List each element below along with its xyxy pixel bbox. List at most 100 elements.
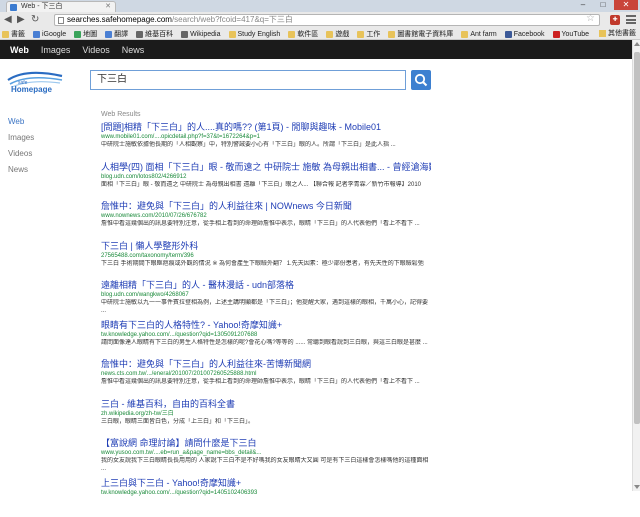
bookmark-item[interactable]: 翻譯	[105, 29, 128, 39]
scroll-up-icon[interactable]	[634, 42, 640, 46]
sidebar-item-videos[interactable]: Videos	[8, 146, 34, 162]
star-icon[interactable]: ☆	[586, 14, 595, 24]
bookmark-icon	[136, 31, 143, 38]
bookmark-label: 維基百科	[145, 29, 173, 39]
tab-title: Web - 下三白	[21, 3, 63, 10]
scroll-down-icon[interactable]	[634, 485, 640, 489]
result-title-link[interactable]: 上三白與下三白 - Yahoo!奇摩知識+	[101, 478, 431, 489]
result-item: 詹惟中：避免與「下三白」的人利益往來 | NOWnews 今日新聞www.now…	[101, 201, 431, 241]
result-url: 27565488.com/taxonomy/term/396	[101, 252, 431, 260]
address-bar[interactable]: searches.safehomepage.com/search/web?fco…	[54, 14, 600, 26]
result-title-link[interactable]: 眼睛有下三白的人格特性? - Yahoo!奇摩知識+	[101, 320, 431, 331]
extension-icon[interactable]: ✚	[610, 15, 620, 25]
result-title-link[interactable]: 詹惟中：避免與「下三白」的人利益往來 | NOWnews 今日新聞	[101, 201, 431, 212]
result-item: 眼睛有下三白的人格特性? - Yahoo!奇摩知識+tw.knowledge.y…	[101, 320, 431, 360]
result-url: tw.knowledge.yahoo.com/.../question?qid=…	[101, 331, 431, 339]
forward-icon[interactable]: ▶	[17, 14, 25, 26]
reload-icon[interactable]: ↻	[31, 14, 39, 26]
topnav-news[interactable]: News	[122, 45, 145, 55]
result-title-link[interactable]: 【富說網 命理討論】請問什麼是下三白	[101, 438, 431, 449]
result-title-link[interactable]: 下三白 | 懶人學整形外科	[101, 241, 431, 252]
bookmark-label: Facebook	[514, 31, 545, 38]
sidebar-item-web[interactable]: Web	[8, 114, 34, 130]
bookmark-icon	[229, 31, 236, 38]
bookmark-label: 軟件區	[297, 29, 318, 39]
topnav-web[interactable]: Web	[10, 45, 29, 55]
other-bookmarks[interactable]: 其他書籤	[599, 28, 636, 38]
bookmark-icon	[288, 31, 295, 38]
bookmark-item[interactable]: 工作	[357, 29, 380, 39]
bookmark-item[interactable]: 維基百科	[136, 29, 173, 39]
bookmark-label: YouTube	[562, 31, 590, 38]
bookmark-item[interactable]: iGoogle	[33, 31, 66, 38]
maximize-icon[interactable]: □	[594, 0, 612, 10]
tab-bar: Web - 下三白 ✕ – □ ✕	[0, 0, 640, 12]
result-snippet: 我的女友說我下三白眼睛長長用用的 人家說下三白不是不好嗎我的女友眼睛大又圓 可是…	[101, 457, 431, 473]
search-input[interactable]: 下三白	[90, 70, 406, 90]
result-snippet: 詹惟中看這幾個出的訊息要特別注意，從手相上看到的命理師詹惟中表示，眼睛「下三白」…	[101, 220, 431, 228]
page-icon	[58, 17, 64, 24]
result-item: [問題]相精「下三白」的人....真的嗎?? (第1頁) - 閒聊與趣味 - M…	[101, 122, 431, 162]
bookmark-item[interactable]: 圖書館電子資料庫	[388, 29, 453, 39]
window-controls: – □ ✕	[574, 0, 638, 10]
result-title-link[interactable]: 遠離相精「下三白」的人 - 醫林漫話 - udn部落格	[101, 280, 431, 291]
bookmark-label: Study English	[238, 31, 281, 38]
result-item: 三白 - 維基百科，自由的百科全書zh.wikipedia.org/zh-tw/…	[101, 399, 431, 439]
tab-close-icon[interactable]: ✕	[105, 2, 111, 12]
bookmark-icon	[105, 31, 112, 38]
window-close-icon[interactable]: ✕	[614, 0, 638, 10]
scrollbar-thumb[interactable]	[634, 52, 640, 424]
result-title-link[interactable]: 人相學(四) 面相「下三白」眼 - 敬而遠之 中研院士 施敏 為母親出相書...…	[101, 162, 431, 173]
result-item: 上三白與下三白 - Yahoo!奇摩知識+tw.knowledge.yahoo.…	[101, 478, 431, 517]
nav-row: ◀ ▶ ↻ searches.safehomepage.com/search/w…	[0, 13, 640, 28]
bookmark-icon	[326, 31, 333, 38]
result-snippet: 中研院士施敏依據他長期的「人相觀察」中，特別警誡要小心有「下三白」眼的人。所謂「…	[101, 141, 431, 149]
scrollbar[interactable]	[632, 40, 640, 491]
sidebar: WebImagesVideosNews	[8, 114, 34, 178]
bookmarks-bar: 書籤 iGoogle 地圖翻譯 維基百科 Wikipedia Study English 軟…	[0, 28, 640, 40]
other-bookmarks-label: 其他書籤	[608, 28, 636, 38]
minimize-icon[interactable]: –	[574, 0, 592, 10]
result-item: 遠離相精「下三白」的人 - 醫林漫話 - udn部落格blog.udn.com/…	[101, 280, 431, 320]
back-icon[interactable]: ◀	[4, 14, 12, 26]
bookmark-item[interactable]: Facebook	[505, 31, 545, 38]
result-url: www.yusoo.com.tw/....eb=run_a&page_name=…	[101, 449, 431, 457]
result-title-link[interactable]: [問題]相精「下三白」的人....真的嗎?? (第1頁) - 閒聊與趣味 - M…	[101, 122, 431, 133]
tab-favicon-icon	[10, 4, 17, 11]
result-url: blog.udn.com/lotos802/4266912	[101, 173, 431, 181]
bookmark-item[interactable]: 遊戲	[326, 29, 349, 39]
result-url: tw.knowledge.yahoo.com/.../question?qid=…	[101, 489, 431, 497]
bookmark-item[interactable]: 書籤	[2, 29, 25, 39]
topnav-videos[interactable]: Videos	[82, 45, 109, 55]
safehomepage-logo[interactable]: Homepage safe	[6, 66, 64, 96]
sidebar-item-news[interactable]: News	[8, 162, 34, 178]
result-url: www.mobile01.com/....opicdetail.php?f=37…	[101, 133, 431, 141]
bookmark-item[interactable]: Study English	[229, 31, 281, 38]
logo-text-h: Homepage	[11, 85, 52, 94]
sidebar-item-images[interactable]: Images	[8, 130, 34, 146]
browser-tab[interactable]: Web - 下三白 ✕	[6, 1, 116, 12]
result-item: 下三白 | 懶人學整形外科27565488.com/taxonomy/term/…	[101, 241, 431, 281]
bookmark-item[interactable]: Ant farm	[461, 31, 496, 38]
bookmark-item[interactable]: Wikipedia	[181, 31, 220, 38]
bookmark-icon	[2, 31, 9, 38]
bookmark-icon	[553, 31, 560, 38]
result-title-link[interactable]: 詹惟中：避免與「下三白」的人利益往來-苦博新聞網	[101, 359, 431, 370]
search-button[interactable]	[411, 70, 431, 90]
bookmark-icon	[505, 31, 512, 38]
result-url: zh.wikipedia.org/zh-tw/三白	[101, 410, 431, 418]
site-topnav: Web Images Videos News	[0, 40, 632, 59]
bookmark-icon	[74, 31, 81, 38]
bookmark-item[interactable]: YouTube	[553, 31, 590, 38]
results-list: [問題]相精「下三白」的人....真的嗎?? (第1頁) - 閒聊與趣味 - M…	[101, 122, 431, 517]
result-snippet: 詹惟中看這幾個出的訊息要特別注意，從手相上看到的命理師詹惟中表示，眼睛「下三白」…	[101, 378, 431, 386]
bookmark-icon	[461, 31, 468, 38]
result-url: blog.udn.com/wangkwo/4268067	[101, 291, 431, 299]
bookmark-item[interactable]: 地圖	[74, 29, 97, 39]
logo-text-safe: safe	[18, 80, 28, 86]
bookmark-item[interactable]: 軟件區	[288, 29, 318, 39]
url-host: searches.safehomepage.com	[67, 15, 172, 24]
result-title-link[interactable]: 三白 - 維基百科，自由的百科全書	[101, 399, 431, 410]
topnav-images[interactable]: Images	[41, 45, 71, 55]
menu-icon[interactable]	[626, 15, 636, 24]
